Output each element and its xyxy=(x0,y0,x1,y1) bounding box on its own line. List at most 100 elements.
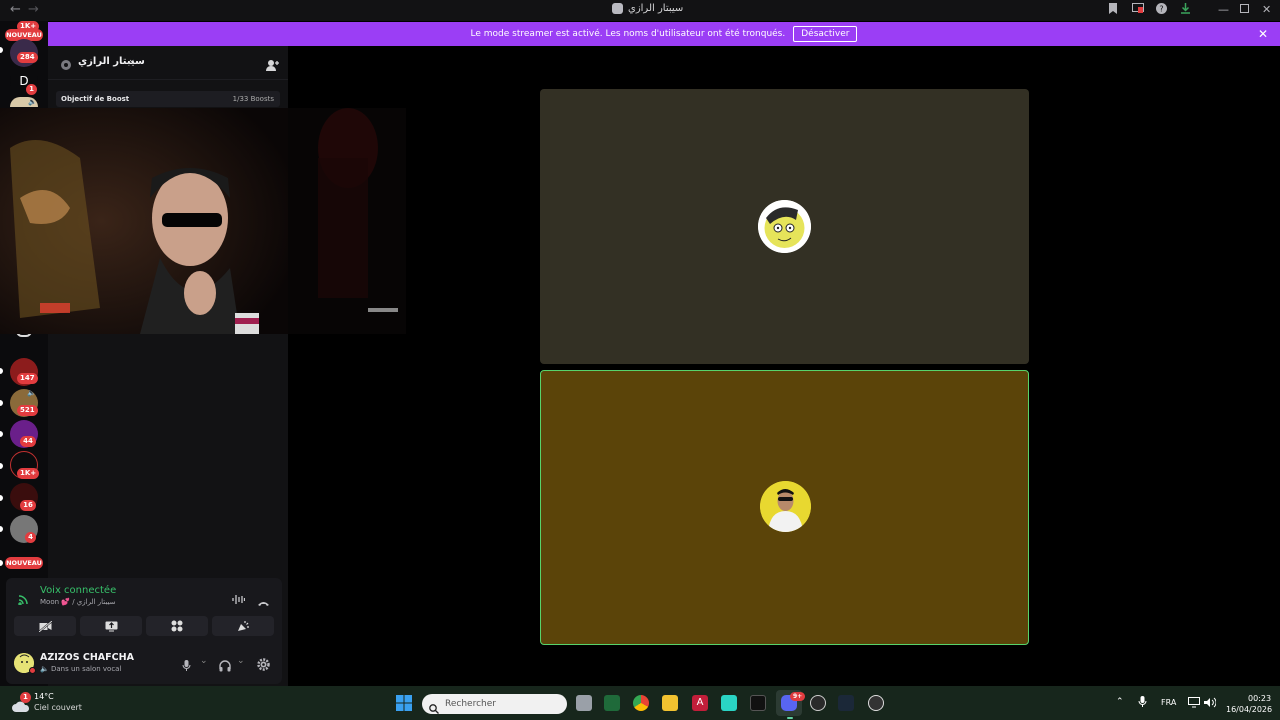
signal-icon[interactable] xyxy=(18,590,30,609)
windows-start-icon[interactable] xyxy=(396,695,412,715)
task-view-icon[interactable] xyxy=(576,695,592,711)
window-title-text: سيبتار الرازي xyxy=(628,3,684,14)
unread-pill xyxy=(0,526,3,532)
server-badge-1: 284 xyxy=(17,52,38,63)
taskbar: 1 14°C Ciel couvert Rechercher A 9+ ⌃ FR… xyxy=(0,686,1280,720)
voice-channel-name[interactable]: Moon 💕 / سيبتار الرازي xyxy=(40,598,115,606)
unread-pill xyxy=(0,463,3,469)
disable-streamer-mode-button[interactable]: Désactiver xyxy=(793,26,858,42)
screen-share-icon[interactable] xyxy=(1132,3,1144,17)
language-indicator[interactable]: FRA xyxy=(1161,698,1176,707)
share-screen-icon xyxy=(105,621,117,632)
chrome-icon[interactable] xyxy=(633,695,649,711)
server-gear-icon xyxy=(60,56,72,75)
server-header[interactable]: سيبتار الرازي ⌄ xyxy=(48,46,288,80)
opera-gx-icon[interactable] xyxy=(810,695,826,711)
user-status: Dans un salon vocal xyxy=(51,665,122,673)
game-app-icon[interactable] xyxy=(604,695,620,711)
chevron-down-icon[interactable]: ⌄ xyxy=(128,55,136,65)
new-badge-bottom[interactable]: NOUVEAU xyxy=(5,557,43,569)
speaker-icon: 🔈 xyxy=(40,665,49,673)
steam-icon[interactable] xyxy=(838,695,854,711)
banner-message: Le mode streamer est activé. Les noms d'… xyxy=(470,29,786,39)
unread-pill xyxy=(0,431,3,437)
download-icon[interactable] xyxy=(1180,3,1191,17)
user-panel: AZIZOS CHAFCHA 🔈 Dans un salon vocal ⌄ ⌄ xyxy=(6,650,282,680)
weather-temp: 14°C xyxy=(34,692,54,701)
voice-status[interactable]: Voix connectée xyxy=(40,585,116,596)
weather-desc: Ciel couvert xyxy=(34,703,82,712)
streamer-mode-banner: Le mode streamer est activé. Les noms d'… xyxy=(48,22,1280,46)
discord-badge: 9+ xyxy=(790,692,806,701)
avatar xyxy=(760,481,811,532)
soundboard-icon xyxy=(237,621,249,631)
boost-count: 1/33 Boosts xyxy=(232,95,274,103)
gear-icon[interactable] xyxy=(257,656,270,675)
close-icon[interactable]: ✕ xyxy=(1262,3,1271,16)
volume-icon[interactable] xyxy=(1204,697,1217,710)
window-title: سيبتار الرازي xyxy=(612,3,683,14)
camera-off-icon xyxy=(37,620,53,633)
adobe-app-icon[interactable]: A xyxy=(692,695,708,711)
title-bar: ← → سيبتار الرازي ? — ✕ xyxy=(0,0,1280,21)
back-arrow-icon[interactable]: ← xyxy=(10,2,21,17)
boost-goal-label: Objectif de Boost xyxy=(61,95,130,103)
unread-pill xyxy=(0,560,3,566)
webcam-overlay-right xyxy=(288,108,406,334)
help-icon[interactable]: ? xyxy=(1156,3,1167,17)
server-badge-5: 521 xyxy=(17,405,38,416)
unread-pill xyxy=(0,400,3,406)
boost-goal-bar[interactable]: Objectif de Boost 1/33 Boosts xyxy=(56,91,280,107)
chevron-up-icon[interactable]: ⌃ xyxy=(1116,697,1124,707)
activities-button[interactable] xyxy=(146,616,208,636)
bookmark-icon[interactable] xyxy=(1108,3,1118,17)
file-explorer-icon[interactable] xyxy=(662,695,678,711)
server-badge-7: 1K+ xyxy=(17,468,40,479)
avatar xyxy=(758,200,811,253)
clock-time[interactable]: 00:23 xyxy=(1248,694,1271,703)
unread-pill xyxy=(0,47,3,53)
add-member-icon[interactable] xyxy=(266,56,279,75)
server-icon xyxy=(612,3,623,14)
weather-badge: 1 xyxy=(20,692,31,703)
speaker-icon: 🔈 xyxy=(28,98,37,106)
participant-tile-1[interactable] xyxy=(540,89,1029,364)
server-badge-4: 147 xyxy=(17,373,38,384)
banner-close-icon[interactable]: ✕ xyxy=(1258,27,1268,41)
server-badge-8: 16 xyxy=(20,500,36,511)
username[interactable]: AZIZOS CHAFCHA xyxy=(40,652,134,663)
unread-pill xyxy=(0,368,3,374)
taskbar-search[interactable]: Rechercher xyxy=(422,694,567,714)
media-player-icon[interactable] xyxy=(868,695,884,711)
camera-off-button[interactable] xyxy=(14,616,76,636)
server-badge-6: 44 xyxy=(20,436,36,447)
chevron-down-icon[interactable]: ⌄ xyxy=(200,656,208,666)
server-badge-9: 4 xyxy=(25,532,36,543)
search-placeholder: Rechercher xyxy=(445,699,496,709)
microphone-icon[interactable] xyxy=(182,657,191,676)
soundboard-button[interactable] xyxy=(212,616,274,636)
search-icon xyxy=(429,699,439,718)
activities-icon xyxy=(171,620,183,632)
clock-date[interactable]: 16/04/2026 xyxy=(1226,705,1272,714)
disconnect-icon[interactable] xyxy=(257,592,270,611)
headphones-icon[interactable] xyxy=(219,657,231,676)
chevron-down-icon[interactable]: ⌄ xyxy=(237,656,245,666)
microphone-icon[interactable] xyxy=(1138,696,1147,710)
forward-arrow-icon[interactable]: → xyxy=(28,2,39,17)
participant-tile-2-speaking[interactable] xyxy=(540,370,1029,645)
svg-text:?: ? xyxy=(1159,5,1163,14)
noise-suppression-icon[interactable] xyxy=(232,590,246,609)
share-screen-button[interactable] xyxy=(80,616,142,636)
maximize-icon[interactable] xyxy=(1240,3,1249,16)
dnd-status-icon xyxy=(29,667,36,674)
server-badge-2: 1 xyxy=(26,84,37,95)
network-icon[interactable] xyxy=(1188,697,1200,710)
unread-pill xyxy=(0,495,3,501)
chat-app-icon[interactable] xyxy=(721,695,737,711)
speaker-icon: 🔈 xyxy=(27,389,36,397)
webcam-overlay xyxy=(0,108,288,334)
minimize-icon[interactable]: — xyxy=(1218,3,1229,16)
active-indicator xyxy=(787,717,793,719)
epic-games-icon[interactable] xyxy=(750,695,766,711)
